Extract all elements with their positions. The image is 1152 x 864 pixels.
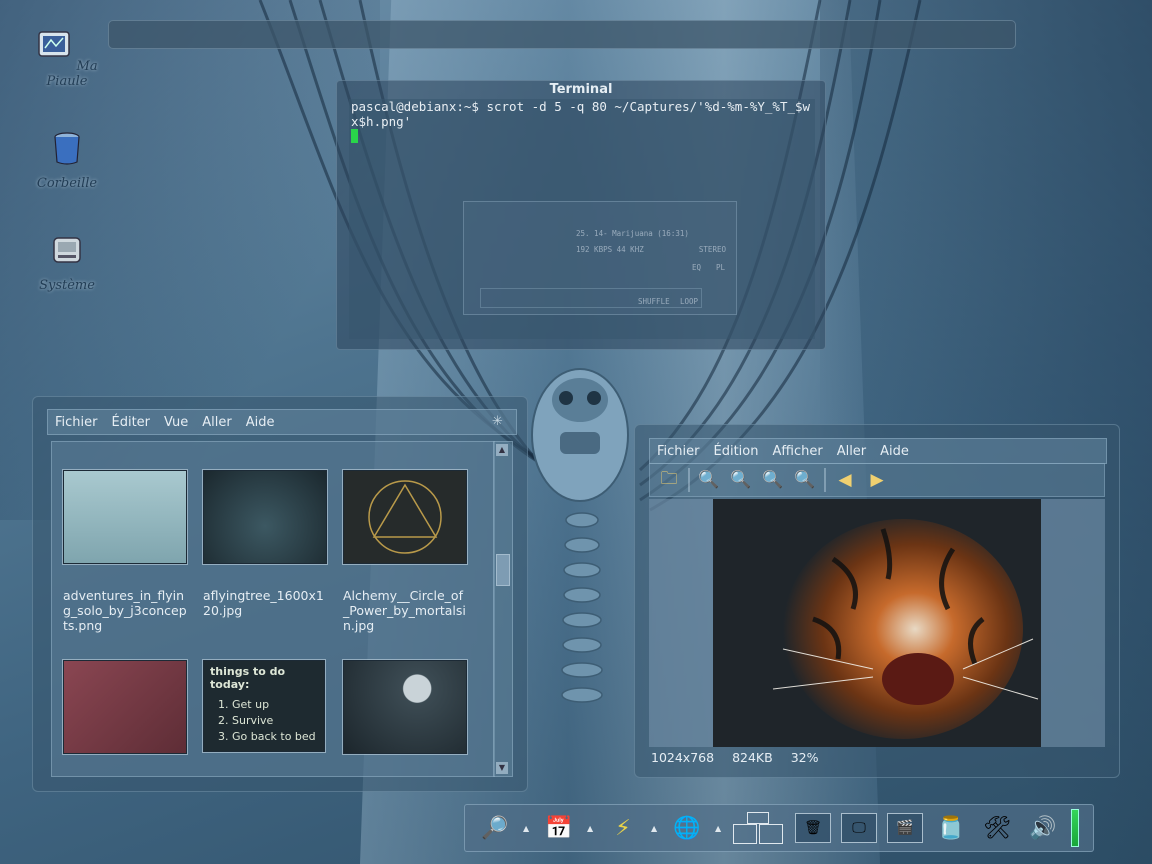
previous-icon[interactable]: ◀	[832, 467, 858, 493]
trash-icon	[54, 132, 80, 165]
thumbnail-image	[203, 470, 327, 564]
image-viewer-menubar: Fichier Édition Afficher Aller Aide	[649, 438, 1107, 464]
spinner-icon: ✳	[492, 414, 503, 429]
desktop-icon-ma-piaule[interactable]: Ma Piaule	[22, 28, 112, 89]
terminal-window[interactable]: Terminal pascal@debianx:~$ scrot -d 5 -q…	[336, 80, 826, 350]
top-panel[interactable]	[108, 20, 1016, 49]
calendar-icon[interactable]: 📅	[541, 810, 577, 846]
todo-item: Survive	[232, 713, 318, 729]
menu-afficher[interactable]: Afficher	[765, 444, 829, 459]
menu-aide[interactable]: Aide	[239, 415, 282, 430]
player-loop-button[interactable]: LOOP	[680, 294, 698, 309]
todo-item: Go back to bed	[232, 729, 318, 745]
alchemy-symbol-icon	[368, 480, 442, 554]
desktop-icon-corbeille[interactable]: Corbeille	[22, 130, 112, 191]
file-name: Alchemy__Circle_of_Power_by_mortalsin.jp…	[343, 588, 466, 633]
level-meter	[1071, 809, 1079, 847]
menu-fichier[interactable]: Fichier	[48, 415, 105, 430]
file-name: aflyingtree_1600x120.jpg	[203, 588, 324, 618]
menu-aller[interactable]: Aller	[195, 415, 238, 430]
zoom-in-icon[interactable]: 🔍	[696, 467, 722, 493]
globe-icon[interactable]: 🌐	[669, 810, 705, 846]
player-track: 25. 14- Marijuana (16:31)	[576, 229, 689, 238]
image-zoom: 32%	[790, 749, 819, 765]
launcher-arrow-icon[interactable]: ▲	[523, 824, 531, 833]
player-shuffle-button[interactable]: SHUFFLE	[638, 294, 670, 309]
zoom-out-icon[interactable]: 🔍	[728, 467, 754, 493]
file-manager-window[interactable]: Fichier Éditer Vue Aller Aide ✳ adventur…	[32, 396, 528, 792]
file-manager-menubar: Fichier Éditer Vue Aller Aide ✳	[47, 409, 517, 435]
lightning-icon[interactable]: ⚡	[605, 810, 641, 846]
file-item[interactable]	[63, 660, 187, 754]
file-item[interactable]: adventures_in_flying_solo_by_j3concepts.…	[63, 470, 187, 633]
tiger-photo	[713, 499, 1041, 747]
menu-editer[interactable]: Éditer	[105, 415, 158, 430]
player-stereo: STEREO	[698, 245, 726, 254]
toolbar-separator	[688, 468, 690, 492]
terminal-command: pascal@debianx:~$ scrot -d 5 -q 80 ~/Cap…	[351, 99, 811, 129]
file-icon-view[interactable]: adventures_in_flying_solo_by_j3concepts.…	[51, 441, 495, 777]
launcher-arrow-icon[interactable]: ▲	[651, 824, 659, 833]
player-playlist-button[interactable]: PL	[716, 260, 725, 275]
media-player[interactable]: 25. 14- Marijuana (16:31) 192 KBPS 44 KH…	[463, 201, 737, 315]
computer-icon	[38, 31, 71, 57]
player-info: 192 KBPS 44 KHZ	[576, 245, 644, 254]
terminal-body[interactable]: pascal@debianx:~$ scrot -d 5 -q 80 ~/Cap…	[349, 99, 815, 339]
menu-vue[interactable]: Vue	[157, 415, 195, 430]
image-canvas[interactable]	[649, 499, 1105, 747]
tools-icon[interactable]: 🛠	[979, 810, 1015, 846]
image-viewer-toolbar: 🗀 🔍 🔍 🔍 🔍 ◀ ▶	[649, 463, 1105, 497]
todo-item: Get up	[232, 697, 318, 713]
scroll-thumb[interactable]	[496, 554, 510, 586]
clapper-task-icon[interactable]: 🎬	[887, 813, 923, 843]
workspace-pager[interactable]	[733, 810, 785, 846]
jar-icon[interactable]: 🫙	[933, 810, 969, 846]
file-item[interactable]: aflyingtree_1600x120.jpg	[203, 470, 327, 618]
menu-fichier[interactable]: Fichier	[650, 444, 707, 459]
speaker-icon[interactable]: 🔊	[1025, 810, 1061, 846]
file-view-scrollbar[interactable]: ▲ ▼	[493, 441, 513, 777]
terminal-cursor	[351, 129, 358, 143]
player-eq-button[interactable]: EQ	[692, 260, 701, 275]
drive-icon	[53, 237, 81, 263]
thumbnail-image	[343, 660, 467, 754]
magnifier-icon[interactable]: 🔎	[477, 810, 513, 846]
tiger-image	[772, 519, 1039, 739]
desktop-icon-label: Système	[39, 278, 95, 293]
image-filesize: 824KB	[732, 749, 773, 765]
zoom-fit-icon[interactable]: 🔍	[792, 467, 818, 493]
thumbnail-image	[343, 470, 467, 564]
launcher-arrow-icon[interactable]: ▲	[587, 824, 595, 833]
image-dimensions: 1024x768	[651, 749, 715, 765]
zoom-normal-icon[interactable]: 🔍	[760, 467, 786, 493]
toolbar-separator	[824, 468, 826, 492]
open-folder-icon[interactable]: 🗀	[656, 467, 682, 493]
desktop-icon-label: Corbeille	[36, 176, 98, 191]
terminal-title: Terminal	[549, 82, 613, 97]
desktop-icon-systeme[interactable]: Système	[22, 232, 112, 293]
file-item[interactable]: Alchemy__Circle_of_Power_by_mortalsin.jp…	[343, 470, 467, 633]
trash-task-icon[interactable]: 🗑	[795, 813, 831, 843]
launcher-arrow-icon[interactable]: ▲	[715, 824, 723, 833]
image-viewer-statusbar: 1024x768 824KB 32%	[649, 747, 1107, 767]
bottom-dock: 🔎 ▲ 📅 ▲ ⚡ ▲ 🌐 ▲ 🗑 🖵 🎬 🫙 🛠 🔊	[464, 804, 1094, 852]
menu-aide[interactable]: Aide	[873, 444, 916, 459]
thumbnail-image	[63, 470, 187, 564]
menu-edition[interactable]: Édition	[707, 444, 766, 459]
file-item[interactable]	[343, 660, 467, 754]
desktop-task-icon[interactable]: 🖵	[841, 813, 877, 843]
scroll-up-icon[interactable]: ▲	[496, 444, 508, 456]
thumbnail-image: things to do today: Get up Survive Go ba…	[203, 660, 325, 752]
thumbnail-image	[63, 660, 187, 754]
todo-title: things to do today:	[210, 665, 286, 691]
next-icon[interactable]: ▶	[864, 467, 890, 493]
menu-aller[interactable]: Aller	[830, 444, 873, 459]
image-viewer-window[interactable]: Fichier Édition Afficher Aller Aide 🗀 🔍 …	[634, 424, 1120, 778]
file-item[interactable]: things to do today: Get up Survive Go ba…	[203, 660, 327, 752]
file-name: adventures_in_flying_solo_by_j3concepts.…	[63, 588, 187, 633]
scroll-down-icon[interactable]: ▼	[496, 762, 508, 774]
todo-list: Get up Survive Go back to bed	[220, 697, 318, 745]
